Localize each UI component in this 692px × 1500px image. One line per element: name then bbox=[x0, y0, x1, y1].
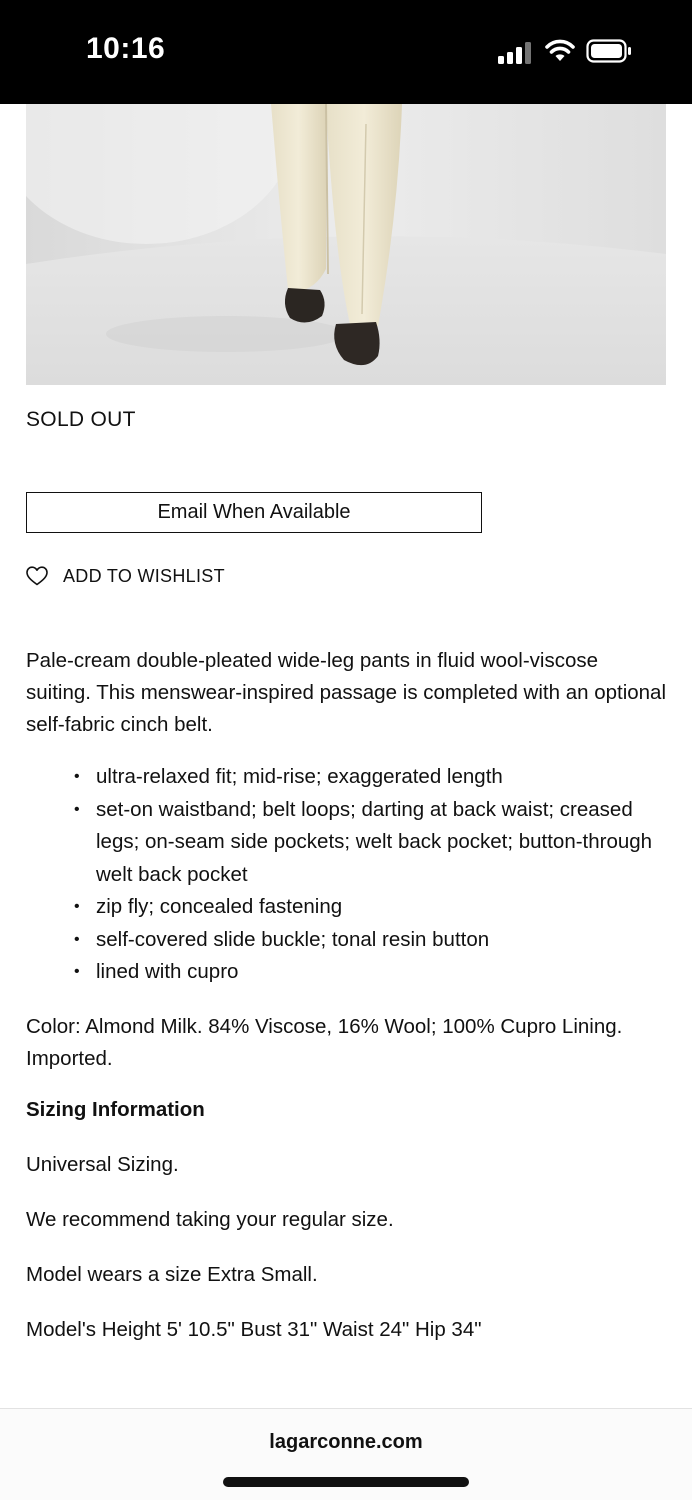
sizing-line: We recommend taking your regular size. bbox=[26, 1208, 394, 1231]
signal-icon bbox=[498, 42, 531, 64]
list-item: self-covered slide buckle; tonal resin b… bbox=[26, 924, 666, 957]
heart-icon bbox=[26, 566, 48, 586]
sizing-line: Model's Height 5' 10.5" Bust 31" Waist 2… bbox=[26, 1318, 482, 1341]
composition-text: Color: Almond Milk. 84% Viscose, 16% Woo… bbox=[26, 1015, 623, 1070]
wishlist-label: ADD TO WISHLIST bbox=[63, 565, 225, 586]
product-page: 10:16 SOLD OUT Email When Available ADD … bbox=[0, 0, 692, 1500]
status-time: 10:16 bbox=[86, 32, 166, 65]
email-when-available-button[interactable]: Email When Available bbox=[26, 492, 482, 533]
sizing-line: Universal Sizing. bbox=[26, 1153, 179, 1176]
product-photo bbox=[26, 104, 666, 385]
status-bar: 10:16 bbox=[0, 0, 692, 104]
feature-list: ultra-relaxed fit; mid-rise; exaggerated… bbox=[26, 761, 666, 989]
list-item: ultra-relaxed fit; mid-rise; exaggerated… bbox=[26, 761, 666, 794]
availability-status: SOLD OUT bbox=[26, 408, 136, 431]
list-item: set-on waistband; belt loops; darting at… bbox=[26, 794, 666, 892]
product-description: Pale-cream double-pleated wide-leg pants… bbox=[26, 649, 667, 736]
sizing-line: Model wears a size Extra Small. bbox=[26, 1263, 318, 1286]
home-indicator[interactable] bbox=[223, 1477, 469, 1487]
list-item: lined with cupro bbox=[26, 956, 666, 989]
browser-bottom-bar: lagarconne.com bbox=[0, 1408, 692, 1500]
product-image[interactable] bbox=[26, 104, 666, 385]
battery-icon bbox=[586, 39, 631, 63]
wifi-icon bbox=[545, 39, 575, 61]
sizing-title: Sizing Information bbox=[26, 1098, 205, 1121]
url-bar[interactable]: lagarconne.com bbox=[0, 1431, 692, 1454]
add-to-wishlist-link[interactable]: ADD TO WISHLIST bbox=[26, 563, 225, 589]
list-item: zip fly; concealed fastening bbox=[26, 891, 666, 924]
